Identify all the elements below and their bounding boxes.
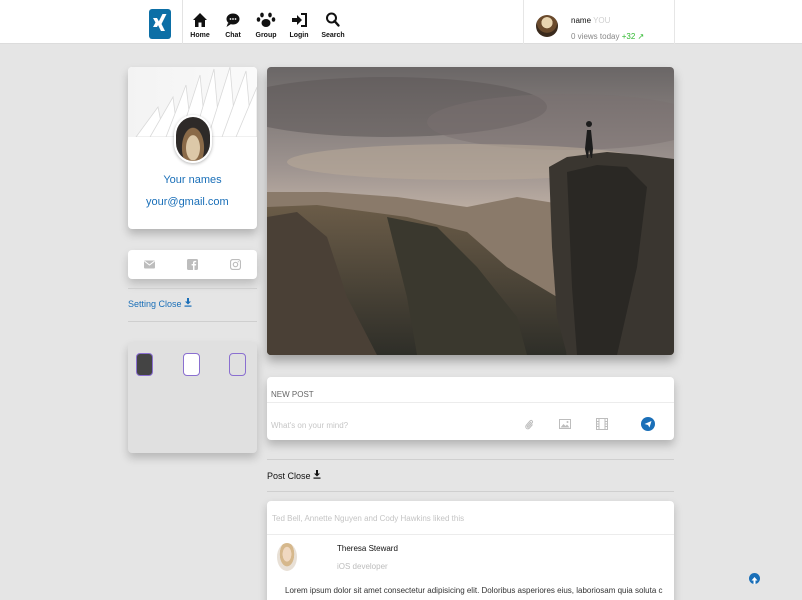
xing-logo-icon[interactable] bbox=[149, 9, 171, 39]
nav-group[interactable]: Group bbox=[248, 10, 284, 39]
nav-group-label: Group bbox=[255, 32, 277, 39]
theme-swatch-gray[interactable] bbox=[229, 353, 246, 376]
divider bbox=[128, 288, 257, 289]
search-icon bbox=[315, 10, 351, 31]
user-you-tag: YOU bbox=[593, 16, 611, 25]
scroll-to-top-button[interactable] bbox=[749, 573, 760, 584]
theme-swatch-light[interactable] bbox=[183, 353, 200, 376]
post-close-label: Post Close bbox=[267, 471, 311, 481]
chat-icon bbox=[215, 10, 251, 31]
profile-email: your@gmail.com bbox=[146, 196, 229, 208]
nav-search[interactable]: Search bbox=[315, 10, 351, 39]
author-avatar[interactable] bbox=[277, 543, 297, 571]
instagram-icon[interactable] bbox=[230, 259, 241, 270]
paperclip-icon[interactable] bbox=[524, 418, 534, 430]
post-author-name[interactable]: Theresa Steward bbox=[337, 544, 398, 553]
views-text: 0 views today bbox=[571, 32, 620, 41]
profile-avatar[interactable] bbox=[174, 115, 212, 163]
user-views: 0 views today +32 ↗ bbox=[571, 32, 644, 41]
login-icon bbox=[281, 10, 317, 31]
home-icon bbox=[182, 10, 218, 31]
post-author-role: iOS developer bbox=[337, 562, 388, 571]
group-icon bbox=[248, 10, 284, 31]
views-delta: +32 bbox=[621, 32, 636, 41]
send-button[interactable] bbox=[641, 417, 655, 431]
new-post-card: NEW POST What's on your mind? bbox=[267, 377, 674, 440]
post-likes-summary: Ted Bell, Annette Nguyen and Cody Hawkin… bbox=[272, 514, 465, 523]
divider bbox=[267, 402, 674, 403]
nav-chat[interactable]: Chat bbox=[215, 10, 251, 39]
nav-search-label: Search bbox=[321, 32, 345, 39]
setting-close-toggle[interactable]: Setting Close bbox=[128, 298, 192, 309]
nav-home[interactable]: Home bbox=[182, 10, 218, 39]
video-icon[interactable] bbox=[596, 418, 608, 430]
trend-up-icon: ↗ bbox=[637, 32, 645, 41]
feed-post: Ted Bell, Annette Nguyen and Cody Hawkin… bbox=[267, 501, 674, 600]
user-summary[interactable]: name YOU 0 views today +32 ↗ bbox=[523, 0, 675, 44]
divider bbox=[267, 459, 674, 460]
download-icon bbox=[184, 298, 192, 307]
setting-close-label: Setting Close bbox=[128, 299, 182, 309]
social-links bbox=[128, 250, 257, 279]
cover-photo bbox=[267, 67, 674, 355]
facebook-icon[interactable] bbox=[187, 259, 198, 270]
divider bbox=[267, 534, 674, 535]
nav-home-label: Home bbox=[190, 32, 210, 39]
top-navbar: Home Chat Group Login Search name YOU 0 … bbox=[0, 0, 802, 44]
post-close-toggle[interactable]: Post Close bbox=[267, 470, 321, 481]
envelope-icon[interactable] bbox=[144, 259, 155, 270]
divider bbox=[267, 491, 674, 492]
theme-swatch-dark[interactable] bbox=[136, 353, 153, 376]
nav-login[interactable]: Login bbox=[281, 10, 317, 39]
arrow-up-icon bbox=[751, 577, 758, 584]
download-icon bbox=[313, 470, 321, 479]
profile-card: Your names your@gmail.com bbox=[128, 67, 257, 229]
paper-plane-icon bbox=[644, 421, 652, 428]
post-input[interactable]: What's on your mind? bbox=[271, 421, 348, 430]
user-name-text: name bbox=[571, 16, 592, 25]
user-avatar[interactable] bbox=[536, 15, 558, 37]
user-name: name YOU bbox=[571, 16, 610, 25]
divider bbox=[128, 321, 257, 322]
image-icon[interactable] bbox=[559, 418, 571, 430]
nav-login-label: Login bbox=[289, 32, 309, 39]
theme-picker bbox=[128, 342, 257, 453]
new-post-title: NEW POST bbox=[271, 390, 314, 399]
nav-chat-label: Chat bbox=[225, 32, 241, 39]
post-body: Lorem ipsum dolor sit amet consectetur a… bbox=[285, 586, 663, 595]
profile-name: Your names bbox=[163, 174, 222, 186]
